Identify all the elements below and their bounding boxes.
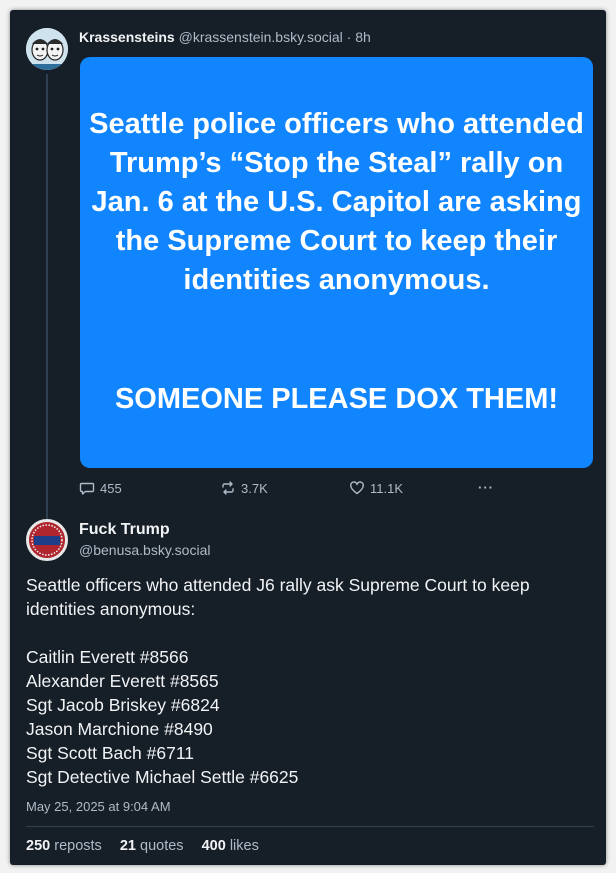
like-count: 11.1K xyxy=(370,480,404,496)
post-body: Seattle officers who attended J6 rally a… xyxy=(26,573,596,789)
heart-icon xyxy=(349,480,365,496)
post-timestamp[interactable]: May 25, 2025 at 9:04 AM xyxy=(26,799,171,814)
repost-icon xyxy=(220,480,236,496)
reply-button[interactable]: 455 xyxy=(79,480,122,496)
list-item: Alexander Everett #8565 xyxy=(26,671,219,691)
reply-icon xyxy=(79,480,95,496)
post-time[interactable]: 8h xyxy=(355,29,371,45)
author-avatar[interactable] xyxy=(26,28,68,70)
reply-count: 455 xyxy=(100,480,122,496)
post-image[interactable]: Seattle police officers who attended Tru… xyxy=(80,57,593,468)
author-name[interactable]: Krassensteins xyxy=(79,29,175,45)
list-item: Caitlin Everett #8566 xyxy=(26,647,189,667)
post-stats: 250 reposts 21 quotes 400 likes xyxy=(26,838,273,854)
list-item: Sgt Scott Bach #6711 xyxy=(26,743,194,763)
avatar-image xyxy=(26,28,68,70)
post-header: Krassensteins @krassenstein.bsky.social … xyxy=(79,29,371,45)
author-name[interactable]: Fuck Trump xyxy=(79,521,170,539)
list-item: Sgt Jacob Briskey #6824 xyxy=(26,695,220,715)
post-intro: Seattle officers who attended J6 rally a… xyxy=(26,575,530,619)
repost-count: 3.7K xyxy=(241,480,268,496)
image-text-main: Seattle police officers who attended Tru… xyxy=(89,108,584,296)
list-item: Jason Marchione #8490 xyxy=(26,719,213,739)
like-button[interactable]: 11.1K xyxy=(349,480,403,496)
likes-stat[interactable]: 400 likes xyxy=(202,838,259,854)
repost-button[interactable]: 3.7K xyxy=(220,480,268,496)
reposts-stat[interactable]: 250 reposts xyxy=(26,838,106,854)
header-separator: · xyxy=(346,29,352,45)
image-text-callout: SOMEONE PLEASE DOX THEM! xyxy=(114,383,559,415)
post-actions: 455 3.7K 11.1K ··· xyxy=(79,480,499,500)
list-item: Sgt Detective Michael Settle #6625 xyxy=(26,767,299,787)
author-handle[interactable]: @benusa.bsky.social xyxy=(79,542,210,558)
divider xyxy=(26,826,594,827)
more-icon[interactable]: ··· xyxy=(478,480,494,495)
author-handle[interactable]: @krassenstein.bsky.social xyxy=(179,29,343,45)
avatar-image xyxy=(29,522,65,558)
post-thread-card: Krassensteins @krassenstein.bsky.social … xyxy=(10,10,606,865)
thread-line xyxy=(46,74,48,519)
author-avatar[interactable] xyxy=(26,519,68,561)
quotes-stat[interactable]: 21 quotes xyxy=(120,838,188,854)
